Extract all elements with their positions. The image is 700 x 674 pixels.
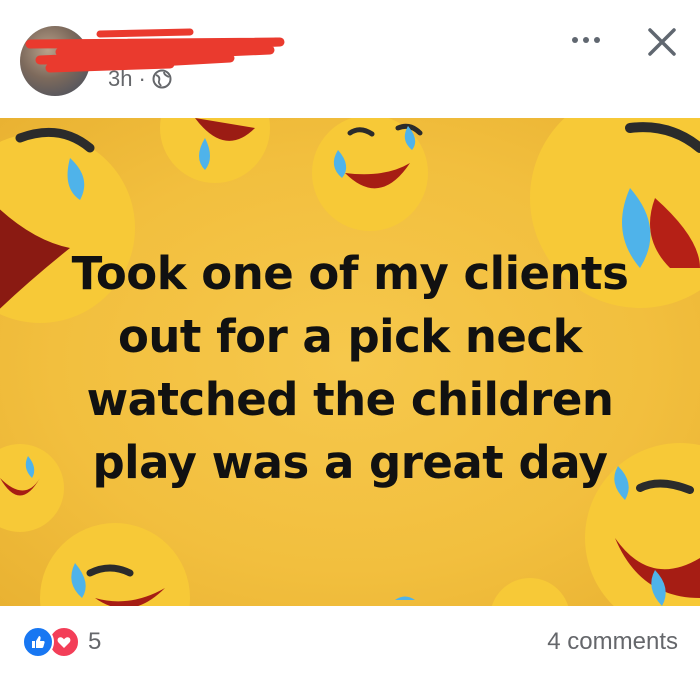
laughing-emoji bbox=[160, 118, 270, 183]
post-header: 3h · bbox=[0, 0, 700, 118]
post-caption: Took one of my clients out for a pick ne… bbox=[71, 247, 629, 489]
close-icon[interactable] bbox=[640, 20, 684, 64]
laughing-emoji bbox=[395, 578, 569, 606]
reactions-summary[interactable]: 5 bbox=[22, 626, 101, 658]
like-icon bbox=[22, 626, 54, 658]
more-options-icon[interactable] bbox=[566, 28, 606, 52]
reaction-count: 5 bbox=[88, 628, 102, 655]
comments-link[interactable]: 4 comments bbox=[547, 628, 678, 656]
laughing-emoji bbox=[40, 523, 190, 606]
laughing-emoji bbox=[312, 118, 428, 231]
meta-separator: · bbox=[138, 66, 146, 91]
globe-icon bbox=[152, 69, 172, 89]
post-footer: 5 4 comments bbox=[0, 606, 700, 674]
post-timestamp[interactable]: 3h bbox=[108, 66, 132, 92]
post-meta: 3h · bbox=[108, 66, 172, 92]
post-image[interactable]: Took one of my clients out for a pick ne… bbox=[0, 118, 700, 606]
